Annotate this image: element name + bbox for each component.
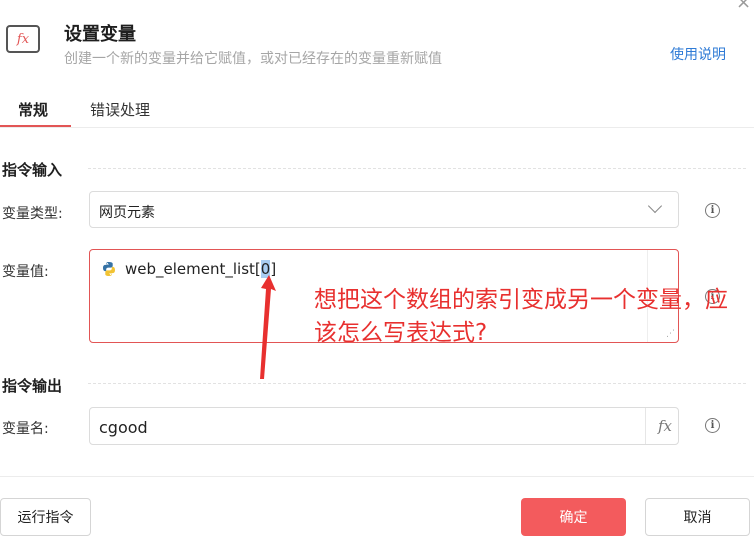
section-divider: [88, 168, 746, 169]
python-icon: [103, 262, 115, 276]
section-title-input: 指令输入: [2, 161, 63, 179]
help-link[interactable]: 使用说明: [670, 44, 726, 64]
info-icon[interactable]: i: [705, 418, 720, 433]
tab-error-handling[interactable]: 错误处理: [90, 99, 150, 120]
var-name-value: cgood: [99, 418, 148, 437]
var-type-label: 变量类型:: [2, 206, 63, 222]
dialog-subtitle: 创建一个新的变量并给它赋值，或对已经存在的变量重新赋值: [64, 51, 442, 67]
fx-icon: fx: [6, 25, 40, 53]
cancel-button[interactable]: 取消: [645, 498, 750, 536]
annotation-text: 想把这个数组的索引变成另一个变量，应该怎么写表达式?: [314, 287, 728, 346]
tabs-divider: [0, 127, 754, 128]
dialog-title: 设置变量: [64, 24, 136, 45]
section-divider: [88, 383, 746, 384]
fx-icon[interactable]: fx: [658, 417, 672, 435]
var-name-input[interactable]: cgood fx: [89, 407, 679, 445]
var-type-value: 网页元素: [99, 205, 155, 221]
input-divider: [645, 408, 646, 444]
tab-general[interactable]: 常规: [18, 99, 48, 120]
confirm-button[interactable]: 确定: [521, 498, 626, 536]
var-value-label: 变量值:: [2, 264, 49, 280]
footer-divider: [0, 476, 754, 477]
annotation-arrow: [260, 275, 276, 379]
chevron-down-icon: [647, 198, 663, 214]
var-name-label: 变量名:: [2, 421, 49, 437]
section-title-output: 指令输出: [2, 377, 63, 395]
run-command-button[interactable]: 运行指令: [0, 498, 91, 536]
info-icon[interactable]: i: [705, 203, 720, 218]
var-type-select[interactable]: 网页元素: [89, 191, 679, 228]
close-icon[interactable]: ×: [736, 0, 751, 13]
